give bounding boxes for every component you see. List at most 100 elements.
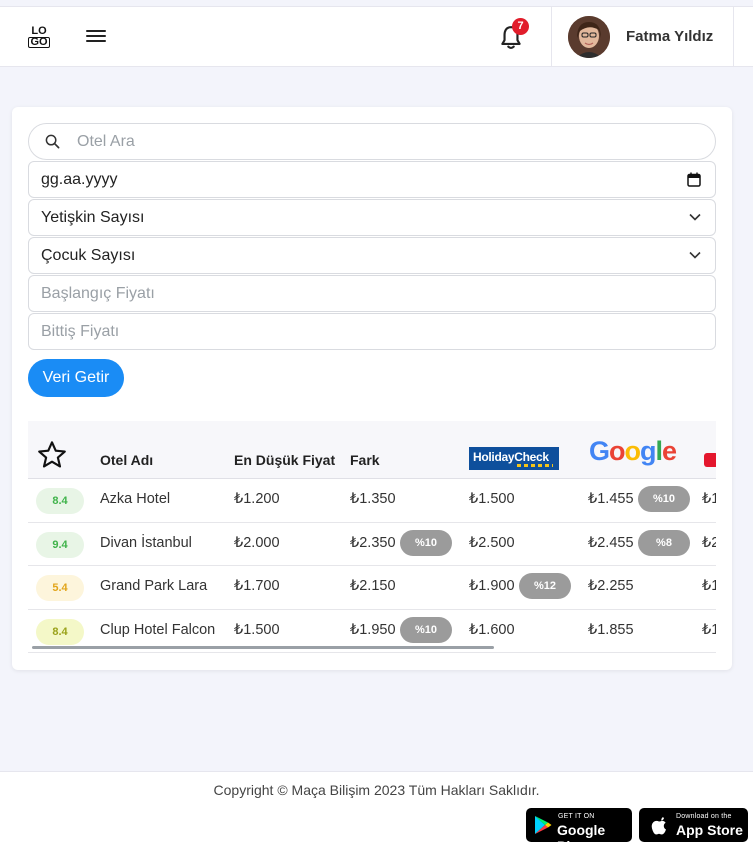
hotel-name: Clup Hotel Falcon bbox=[100, 622, 215, 638]
google-price: ₺1.455 %10 bbox=[588, 486, 690, 512]
min-price: ₺1.200 bbox=[234, 491, 280, 507]
min-price-placeholder: Başlangıç Fiyatı bbox=[41, 285, 155, 302]
next-provider-price-value: ₺2 bbox=[702, 534, 716, 551]
google-price-value: ₺1.855 bbox=[588, 621, 634, 638]
apple-icon bbox=[651, 817, 666, 835]
next-provider-price: ₺1 bbox=[702, 491, 716, 507]
holidaycheck-price-value: ₺2.500 bbox=[469, 534, 515, 551]
logo[interactable]: LO GO bbox=[28, 26, 50, 48]
adults-label: Yetişkin Sayısı bbox=[41, 209, 145, 226]
google-price-value: ₺2.255 bbox=[588, 578, 634, 594]
table-header: Otel Adı En Düşük Fiyat Fark HolidayChec… bbox=[28, 421, 716, 479]
google-price: ₺2.255 bbox=[588, 578, 634, 594]
hotel-name: Azka Hotel bbox=[100, 491, 170, 507]
diff-price: ₺2.150 bbox=[350, 578, 396, 594]
hotel-name-value: Azka Hotel bbox=[100, 491, 171, 507]
hotel-name-value: Grand Park Lara bbox=[100, 578, 208, 594]
diff-price-value: ₺1.950 bbox=[350, 621, 396, 638]
col-diff[interactable]: Fark bbox=[350, 452, 380, 468]
col-hotel-name[interactable]: Otel Adı bbox=[100, 452, 153, 468]
search-icon bbox=[45, 134, 60, 149]
table-row[interactable]: 9.4 Divan İstanbul ₺2.000 ₺2.350 %10 ₺2.500 ₺2… bbox=[28, 523, 716, 566]
discount-badge: %12 bbox=[519, 573, 571, 599]
rating-badge: 8.4 bbox=[36, 488, 84, 514]
diff-price: ₺2.350 %10 bbox=[350, 529, 452, 556]
children-label: Çocuk Sayısı bbox=[41, 247, 136, 264]
google-price: ₺2.455 %8 bbox=[588, 529, 690, 556]
google-price-value: ₺2.455 bbox=[588, 534, 634, 551]
chevron-down-icon bbox=[689, 213, 701, 221]
next-provider-price: ₺1 bbox=[702, 578, 716, 594]
calendar-icon[interactable] bbox=[687, 172, 701, 187]
discount-badge: %10 bbox=[638, 486, 690, 512]
min-price: ₺1.500 bbox=[234, 622, 280, 638]
hotels-logo bbox=[704, 453, 716, 467]
hamburger-menu-icon[interactable] bbox=[86, 27, 106, 45]
discount-badge: %10 bbox=[400, 529, 452, 556]
adults-select[interactable]: Yetişkin Sayısı bbox=[28, 199, 716, 236]
col-min-price[interactable]: En Düşük Fiyat bbox=[234, 452, 335, 468]
min-price-value: ₺1.500 bbox=[234, 621, 280, 638]
hotel-name: Divan İstanbul bbox=[100, 535, 192, 551]
user-name[interactable]: Fatma Yıldız bbox=[626, 28, 713, 45]
next-provider-price: ₺2 bbox=[702, 535, 716, 551]
horizontal-scrollbar[interactable] bbox=[32, 646, 494, 649]
google-logo: Google bbox=[589, 436, 677, 466]
diff-price-value: ₺2.150 bbox=[350, 578, 396, 594]
date-field[interactable]: gg.aa.yyyy bbox=[28, 161, 716, 198]
diff-price: ₺1.350 bbox=[350, 491, 396, 507]
children-select[interactable]: Çocuk Sayısı bbox=[28, 237, 716, 274]
holidaycheck-price-value: ₺1.500 bbox=[469, 491, 515, 507]
rating-badge: 5.4 bbox=[36, 575, 84, 601]
chevron-down-icon bbox=[689, 251, 701, 259]
rating-badge: 9.4 bbox=[36, 531, 84, 558]
holidaycheck-logo: HolidayCheck bbox=[469, 447, 559, 470]
next-provider-price: ₺1 bbox=[702, 622, 716, 638]
min-price-value: ₺1.200 bbox=[234, 491, 280, 507]
diff-price: ₺1.950 %10 bbox=[350, 616, 452, 643]
google-price-value: ₺1.455 bbox=[588, 491, 634, 507]
discount-badge: %8 bbox=[638, 529, 690, 556]
search-input[interactable]: Otel Ara bbox=[28, 123, 716, 160]
next-provider-price-value: ₺1 bbox=[702, 491, 716, 507]
diff-price-value: ₺1.350 bbox=[350, 491, 396, 507]
header-divider bbox=[551, 7, 552, 67]
filter-card: Otel Ara gg.aa.yyyy Yetişkin Sayısı Çocu… bbox=[12, 107, 732, 670]
hotel-name: Grand Park Lara bbox=[100, 578, 207, 594]
holidaycheck-price: ₺1.500 bbox=[469, 491, 515, 507]
top-bar: LO GO 7 Fatma Yıldız bbox=[0, 6, 753, 67]
next-provider-price-value: ₺1 bbox=[702, 578, 716, 594]
logo-line-2: GO bbox=[28, 37, 50, 48]
max-price-placeholder: Bittiş Fiyatı bbox=[41, 323, 120, 340]
copyright-text: Copyright © Maça Bilişim 2023 Tüm Haklar… bbox=[213, 782, 540, 798]
table-row[interactable]: 5.4 Grand Park Lara ₺1.700 ₺2.150 ₺1.900 %12 ₺… bbox=[28, 566, 716, 610]
hotel-name-value: Divan İstanbul bbox=[100, 534, 192, 551]
header-divider-right bbox=[733, 7, 734, 67]
google-play-button[interactable]: GET IT ON Google Play bbox=[526, 808, 632, 854]
star-icon[interactable] bbox=[36, 439, 68, 471]
discount-badge: %10 bbox=[400, 616, 452, 643]
holidaycheck-price-value: ₺1.600 bbox=[469, 621, 515, 638]
min-price: ₺2.000 bbox=[234, 535, 280, 551]
avatar[interactable] bbox=[568, 16, 610, 58]
fetch-data-button[interactable]: Veri Getir bbox=[28, 359, 124, 397]
hotel-name-value: Clup Hotel Falcon bbox=[100, 621, 216, 638]
min-price-value: ₺2.000 bbox=[234, 534, 280, 551]
notification-badge: 7 bbox=[512, 18, 529, 35]
max-price-input[interactable]: Bittiş Fiyatı bbox=[28, 313, 716, 350]
google-price: ₺1.855 bbox=[588, 622, 634, 638]
app-store-button[interactable]: Download on the App Store bbox=[639, 808, 748, 842]
next-provider-price-value: ₺1 bbox=[702, 621, 716, 638]
holidaycheck-price-value: ₺1.900 bbox=[469, 578, 515, 594]
search-placeholder: Otel Ara bbox=[77, 133, 135, 150]
footer: Copyright © Maça Bilişim 2023 Tüm Haklar… bbox=[0, 771, 753, 859]
holidaycheck-price: ₺1.900 %12 bbox=[469, 573, 571, 599]
min-price: ₺1.700 bbox=[234, 578, 280, 594]
date-value: gg.aa.yyyy bbox=[41, 171, 118, 188]
min-price-input[interactable]: Başlangıç Fiyatı bbox=[28, 275, 716, 312]
rating-badge: 8.4 bbox=[36, 618, 84, 645]
min-price-value: ₺1.700 bbox=[234, 578, 280, 594]
table-row[interactable]: 8.4 Azka Hotel ₺1.200 ₺1.350 ₺1.500 ₺1.455 %10… bbox=[28, 479, 716, 523]
hotel-table[interactable]: Otel Adı En Düşük Fiyat Fark HolidayChec… bbox=[28, 421, 716, 654]
diff-price-value: ₺2.350 bbox=[350, 534, 396, 551]
